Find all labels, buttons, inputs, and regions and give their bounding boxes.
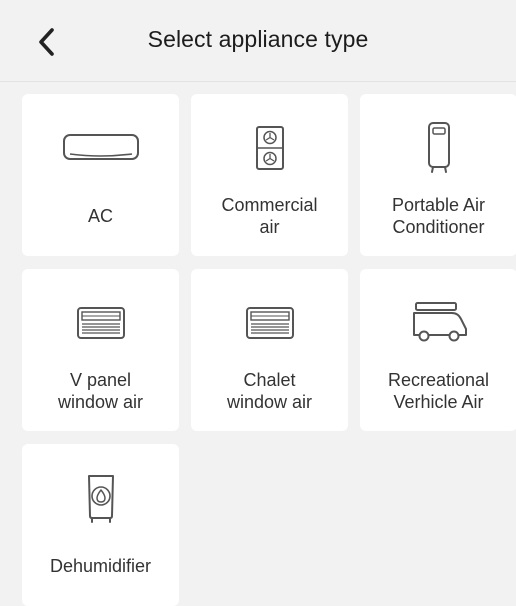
rv-icon <box>412 302 467 342</box>
appliance-tile-v-panel-window-air[interactable]: V panel window air <box>22 269 179 431</box>
appliance-label: Chalet window air <box>226 370 313 412</box>
appliance-tile-chalet-window-air[interactable]: Chalet window air <box>191 269 348 431</box>
split-ac-icon <box>62 134 139 160</box>
header-bar: Select appliance type <box>0 0 516 82</box>
appliance-tile-commercial-air[interactable]: Commercial air <box>191 94 348 256</box>
appliance-label: Commercial air <box>221 195 318 237</box>
window-ac-icon <box>245 307 294 339</box>
appliance-label: Recreational Verhicle Air <box>387 370 490 412</box>
appliance-tile-portable-ac[interactable]: Portable Air Conditioner <box>360 94 516 256</box>
window-ac-icon <box>76 307 125 339</box>
appliance-label: V panel window air <box>57 370 144 412</box>
appliance-label: Portable Air Conditioner <box>391 195 486 237</box>
commercial-air-icon <box>255 126 284 170</box>
portable-ac-icon <box>427 122 450 173</box>
appliance-tile-recreational-vehicle-air[interactable]: Recreational Verhicle Air <box>360 269 516 431</box>
appliance-label: Dehumidifier <box>49 556 152 576</box>
appliance-grid: AC Commercial air Portable Air Condition… <box>22 94 516 606</box>
page-title: Select appliance type <box>147 26 369 52</box>
appliance-tile-ac[interactable]: AC <box>22 94 179 256</box>
dehumidifier-icon <box>87 475 114 523</box>
appliance-tile-dehumidifier[interactable]: Dehumidifier <box>22 444 179 606</box>
appliance-label: AC <box>87 206 113 226</box>
